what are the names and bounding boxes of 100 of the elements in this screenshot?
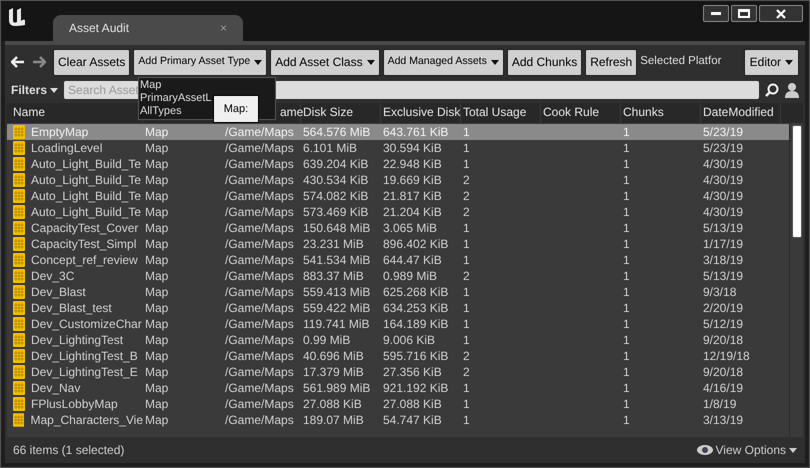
maximize-button[interactable] bbox=[731, 5, 757, 22]
map-file-icon bbox=[13, 413, 24, 427]
table-cell-text: /Game/Maps bbox=[224, 364, 295, 381]
map-file-icon bbox=[13, 381, 25, 395]
caret-icon bbox=[254, 60, 262, 64]
map-file-icon bbox=[13, 173, 25, 187]
table-cell-text: 1 bbox=[622, 236, 631, 253]
toolbar-button[interactable]: Clear Assets bbox=[53, 48, 130, 76]
table-cell-text: 1 bbox=[462, 252, 471, 269]
column-header[interactable]: DateModified bbox=[703, 105, 774, 119]
table-cell-text: 559.413 MiB bbox=[302, 284, 372, 301]
person-icon[interactable] bbox=[785, 82, 799, 98]
table-row[interactable]: Dev_LightingTest_B Map /Game/Maps 40.696 MiB 595.716 KiB 2 1 12/19/18 bbox=[7, 348, 789, 364]
table-cell-text: /Game/Maps bbox=[224, 156, 295, 173]
toolbar-button[interactable]: Add Primary Asset Type bbox=[133, 48, 268, 76]
table-row[interactable]: CapacityTest_Simpl Map /Game/Maps 23.231 MiB 896.402 KiB 1 1 1/17/19 bbox=[7, 236, 789, 252]
table-cell-text: Map bbox=[144, 284, 170, 301]
scrollbar[interactable] bbox=[789, 123, 803, 437]
table-row[interactable]: FPlusLobbyMap Map /Game/Maps 27.088 KiB 27.088 KiB 1 1 1/8/19 bbox=[7, 396, 789, 412]
table-cell-text: 896.402 KiB bbox=[382, 236, 450, 253]
table-cell-text: 595.716 KiB bbox=[382, 348, 450, 365]
table-cell-text: 1 bbox=[462, 284, 471, 301]
table-cell-text: Map bbox=[144, 364, 170, 381]
asset-name: Concept_ref_review bbox=[31, 252, 138, 269]
minimize-button[interactable] bbox=[703, 5, 729, 22]
table-row[interactable]: Dev_LightingTest_E Map /Game/Maps 17.379 MiB 27.356 KiB 2 1 9/20/18 bbox=[7, 364, 789, 380]
document-tab[interactable]: Asset Audit × bbox=[53, 15, 243, 41]
forward-arrow-icon[interactable] bbox=[32, 56, 46, 68]
toolbar-button[interactable]: Add Managed Assets bbox=[382, 48, 504, 76]
menu-item[interactable]: AllTypes bbox=[139, 105, 183, 118]
table-cell-text: 5/13/19 bbox=[702, 268, 744, 285]
table-row[interactable]: Dev_3C Map /Game/Maps 883.37 MiB 0.989 MiB 2 1 5/13/19 bbox=[7, 268, 789, 284]
table-row[interactable]: Auto_Light_Build_Te Map /Game/Maps 573.469 KiB 21.204 KiB 2 1 4/30/19 bbox=[7, 204, 789, 220]
table-cell-text: 22.948 KiB bbox=[382, 156, 443, 173]
toolbar-button[interactable]: Add Asset Class bbox=[270, 48, 380, 76]
table-cell-text: 1 bbox=[622, 300, 631, 317]
view-options-button[interactable]: View Options bbox=[696, 441, 797, 459]
table-cell-text: /Game/Maps bbox=[224, 268, 295, 285]
table-cell-text: 19.669 KiB bbox=[382, 172, 443, 189]
close-icon bbox=[776, 8, 786, 18]
table-cell-text: /Game/Maps bbox=[224, 348, 295, 365]
table-cell-text: 2/20/19 bbox=[702, 300, 744, 317]
table-cell-text: 430.534 KiB bbox=[302, 172, 370, 189]
table-row[interactable]: Dev_Blast Map /Game/Maps 559.413 MiB 625.268 KiB 1 1 9/3/18 bbox=[7, 284, 789, 300]
table-cell-text: /Game/Maps bbox=[224, 124, 295, 141]
column-header[interactable]: Cook Rule bbox=[543, 105, 600, 119]
table-cell-text: 4/16/19 bbox=[702, 380, 744, 397]
table-cell-text: 1 bbox=[462, 316, 471, 333]
column-header[interactable]: Exclusive Disk bbox=[383, 105, 460, 119]
column-header[interactable]: Total Usage bbox=[463, 105, 526, 119]
table-row[interactable]: CapacityTest_Cover Map /Game/Maps 150.648 MiB 3.065 MiB 1 1 5/13/19 bbox=[7, 220, 789, 236]
column-header[interactable]: Disk Size bbox=[303, 105, 354, 119]
table-cell-text: 1 bbox=[622, 316, 631, 333]
table-cell-text: 1 bbox=[622, 252, 631, 269]
table-cell-text: 2 bbox=[462, 364, 471, 381]
column-header[interactable]: Name bbox=[13, 105, 46, 119]
table-cell-text: 1 bbox=[462, 396, 471, 413]
table-row[interactable]: Dev_Nav Map /Game/Maps 561.989 MiB 921.192 KiB 1 1 4/16/19 bbox=[7, 380, 789, 396]
table-cell-text: 644.47 KiB bbox=[382, 252, 443, 269]
table-row[interactable]: Concept_ref_review Map /Game/Maps 541.534 MiB 644.47 KiB 1 1 3/18/19 bbox=[7, 252, 789, 268]
minimize-icon bbox=[711, 12, 721, 15]
search-icon[interactable] bbox=[765, 83, 779, 97]
table-row[interactable]: Dev_CustomizeChar Map /Game/Maps 119.741 MiB 164.189 KiB 1 1 5/12/19 bbox=[7, 316, 789, 332]
table-row[interactable]: Dev_Blast_test Map /Game/Maps 559.422 MiB 634.253 KiB 1 1 2/20/19 bbox=[7, 300, 789, 316]
table-cell-text: 1 bbox=[622, 220, 631, 237]
close-button[interactable] bbox=[759, 5, 803, 22]
table-row[interactable]: Map_Characters_Vie Map /Game/Maps 189.07 MiB 54.747 KiB 1 1 3/13/19 bbox=[7, 412, 789, 428]
column-header[interactable]: ame bbox=[280, 105, 304, 119]
table-cell-text: 2 bbox=[462, 172, 471, 189]
scrollbar-thumb[interactable] bbox=[792, 125, 802, 238]
menu-item[interactable]: Map bbox=[139, 79, 162, 92]
toolbar-button[interactable]: Add Chunks bbox=[506, 48, 582, 76]
platform-dropdown[interactable]: Editor bbox=[744, 48, 799, 76]
filters-button[interactable]: Filters bbox=[11, 81, 58, 99]
map-file-icon bbox=[13, 317, 25, 331]
table-row[interactable]: Auto_Light_Build_Te Map /Game/Maps 574.082 KiB 21.817 KiB 2 1 4/30/19 bbox=[7, 188, 789, 204]
asset-name: Auto_Light_Build_Te bbox=[31, 172, 142, 189]
back-arrow-icon[interactable] bbox=[11, 56, 25, 68]
asset-name: CapacityTest_Cover bbox=[31, 220, 138, 237]
asset-name: Auto_Light_Build_Te bbox=[31, 188, 142, 205]
caret-icon bbox=[490, 60, 499, 64]
table-row[interactable]: Dev_LightingTest Map /Game/Maps 0.99 MiB 9.006 KiB 1 1 9/20/18 bbox=[7, 332, 789, 348]
table-cell-text: Map bbox=[144, 300, 170, 317]
table-cell-text: 1 bbox=[462, 380, 471, 397]
toolbar-button[interactable]: Refresh bbox=[585, 48, 638, 76]
table-cell-text: 1 bbox=[622, 140, 631, 157]
table-cell-text: 1 bbox=[622, 284, 631, 301]
table-row[interactable]: Auto_Light_Build_Te Map /Game/Maps 430.534 KiB 19.669 KiB 2 1 4/30/19 bbox=[7, 172, 789, 188]
map-file-icon bbox=[13, 301, 25, 315]
map-file-icon bbox=[13, 157, 25, 171]
table-cell-text: 639.204 KiB bbox=[302, 156, 370, 173]
table-row[interactable]: Auto_Light_Build_Te Map /Game/Maps 639.204 KiB 22.948 KiB 1 1 4/30/19 bbox=[7, 156, 789, 172]
map-file-icon bbox=[13, 269, 25, 283]
table-cell-text: /Game/Maps bbox=[224, 252, 295, 269]
column-header[interactable]: Chunks bbox=[623, 105, 664, 119]
table-cell-text: 541.534 MiB bbox=[302, 252, 372, 269]
table-row[interactable]: LoadingLevel Map /Game/Maps 6.101 MiB 30.594 KiB 1 1 5/23/19 bbox=[7, 140, 789, 156]
table-cell-text: 4/30/19 bbox=[702, 188, 744, 205]
table-cell-text: 1/17/19 bbox=[702, 236, 744, 253]
table-cell-text: 119.741 MiB bbox=[302, 316, 370, 333]
